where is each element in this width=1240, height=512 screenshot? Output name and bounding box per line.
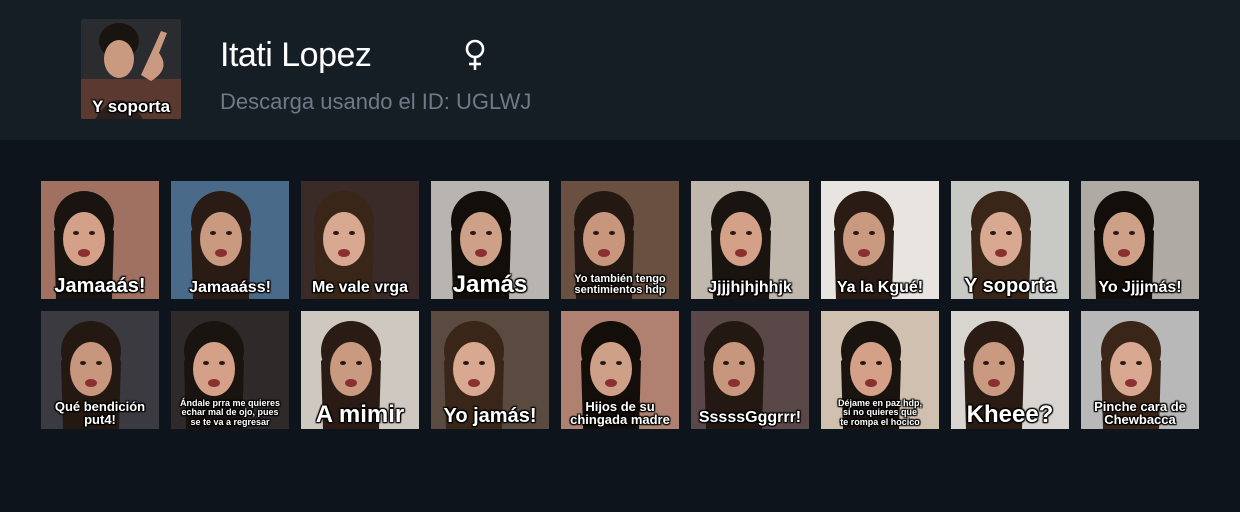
sticker-item[interactable]: Déjame en paz hdp, si no quieres que te … [821,311,939,429]
sticker-item[interactable]: SssssGggrrr! [691,311,809,429]
sticker-caption: Me vale vrga [311,279,409,297]
sticker-caption: Pinche cara de Chewbacca [1094,398,1186,428]
sticker-item[interactable]: A mimir [301,311,419,429]
sticker-item[interactable]: Y soporta [951,181,1069,299]
female-symbol-icon [465,39,485,70]
sticker-item[interactable]: Hijos de su chingada madre [561,311,679,429]
sticker-item[interactable]: Ándale prra me quieres echar mal de ojo,… [171,311,289,429]
sticker-caption: Jamaaáss! [189,279,271,297]
sticker-item[interactable]: Yo jamás! [431,311,549,429]
sticker-item[interactable]: Jamaaás! [41,181,159,299]
sticker-caption: Déjame en paz hdp, si no quieres que te … [837,397,923,427]
sticker-caption: Yo también tengo sentimientos hdp [574,272,666,297]
sticker-caption: Y soporta [964,275,1056,297]
sticker-item[interactable]: Kheee? [951,311,1069,429]
sticker-caption: Qué bendición put4! [54,398,146,428]
download-id-text: Descarga usando el ID: UGLWJ [220,89,532,114]
sticker-caption: A mimir [315,400,405,428]
sticker-item[interactable]: Me vale vrga [301,181,419,299]
sticker-caption: Jamás [452,270,528,298]
sticker-caption: Ya la Kgué! [836,279,924,297]
sticker-caption: Yo jamás! [443,405,537,427]
sticker-item[interactable]: Jamás [431,181,549,299]
sticker-caption: Kheee? [966,400,1054,428]
sticker-item[interactable]: Yo Jjjjmás! [1081,181,1199,299]
sticker-caption: SssssGggrrr! [698,409,802,427]
sticker-item[interactable]: Jjjjhjhjhhjk [691,181,809,299]
sticker-item[interactable]: Ya la Kgué! [821,181,939,299]
profile-name: Itati Lopez [220,36,372,74]
sticker-item[interactable]: Jamaaáss! [171,181,289,299]
sticker-caption: Jamaaás! [54,275,146,297]
sticker-caption: Jjjjhjhjhhjk [708,279,792,297]
sticker-caption: Hijos de su chingada madre [570,398,670,428]
avatar[interactable]: Y soporta [81,19,181,119]
profile-header: Y soporta Itati Lopez Descarga usando el… [0,0,1240,140]
sticker-item[interactable]: Pinche cara de Chewbacca [1081,311,1199,429]
sticker-caption: Ándale prra me quieres echar mal de ojo,… [179,397,281,427]
sticker-item[interactable]: Yo también tengo sentimientos hdp [561,181,679,299]
sticker-item[interactable]: Qué bendición put4! [41,311,159,429]
avatar-caption: Y soporta [91,97,171,117]
sticker-caption: Yo Jjjjmás! [1098,279,1182,297]
